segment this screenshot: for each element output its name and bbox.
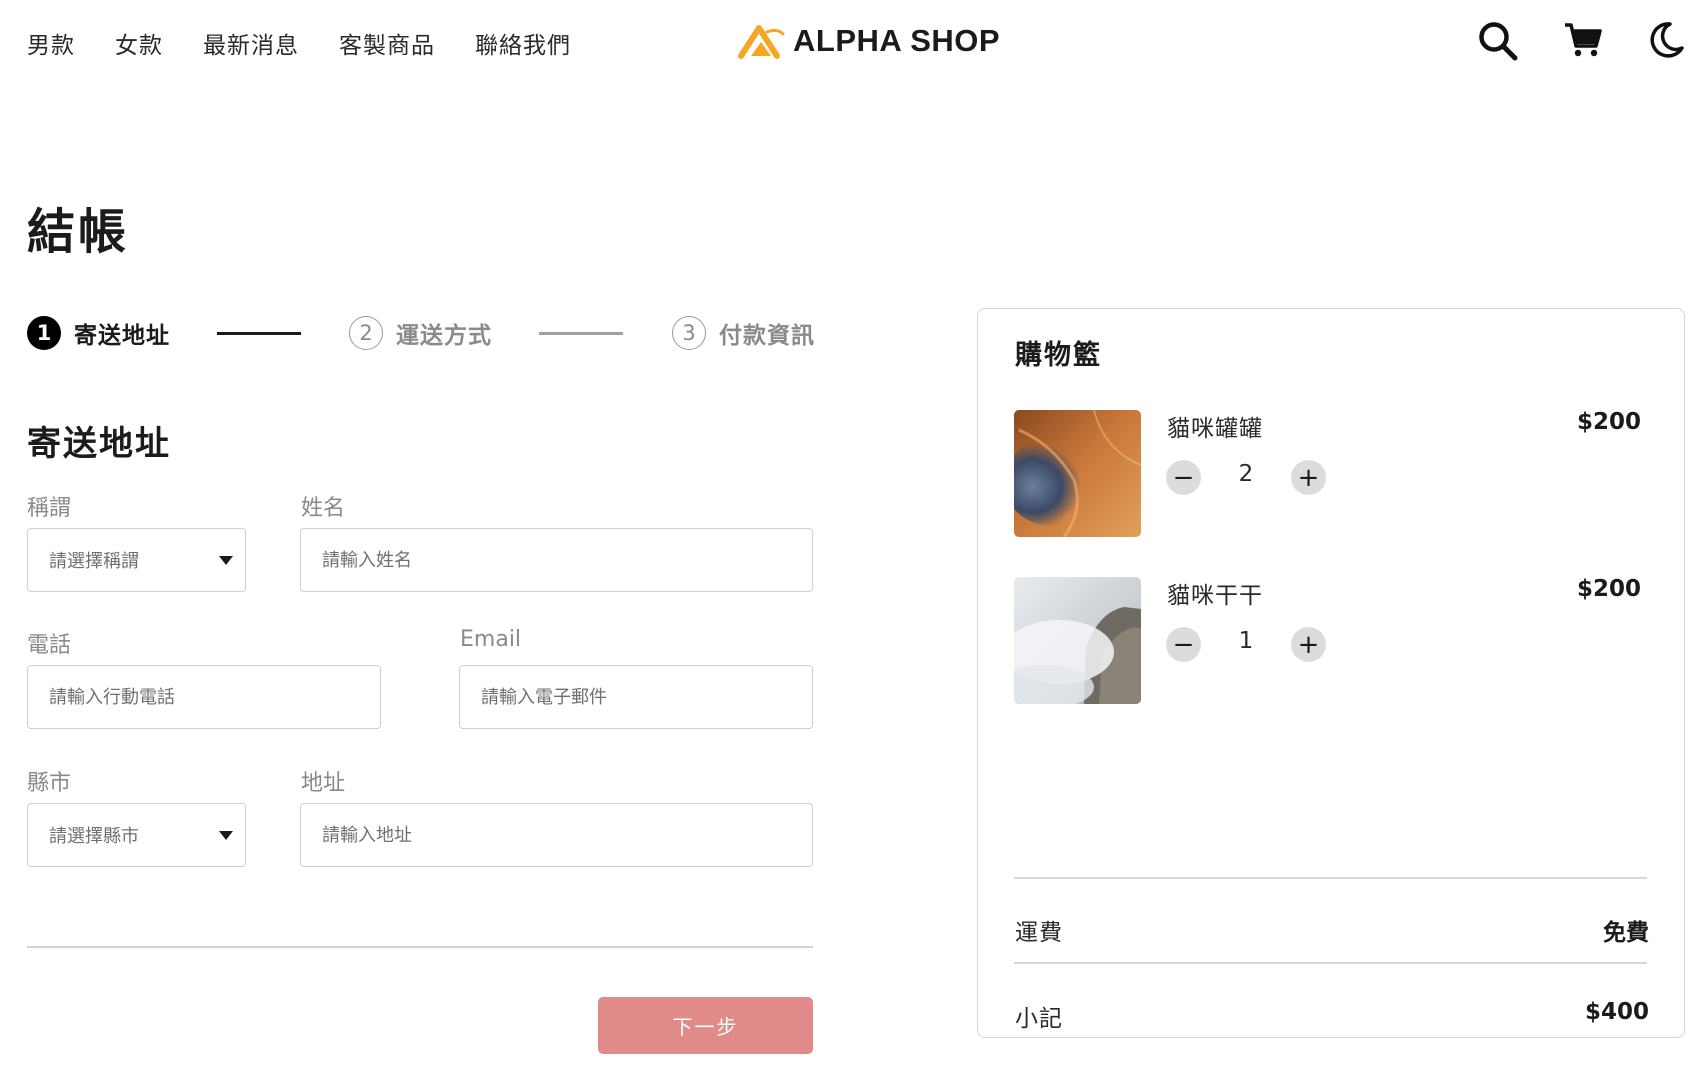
decrease-quantity-button[interactable]: − — [1166, 627, 1201, 662]
city-value: 請選擇縣市 — [49, 826, 139, 847]
moon-icon[interactable] — [1646, 20, 1686, 64]
subtotal-value: $400 — [1584, 999, 1649, 1025]
caret-down-icon — [219, 830, 233, 840]
step-shipping-method: 2 運送方式 — [349, 316, 492, 350]
email-field-box — [459, 665, 813, 729]
cart-title: 購物籃 — [1015, 340, 1102, 371]
nav-item-men[interactable]: 男款 — [27, 26, 75, 60]
salutation-value: 請選擇稱謂 — [49, 551, 139, 572]
main-nav: 男款 女款 最新消息 客製商品 聯絡我們 — [27, 26, 571, 60]
brand-name: ALPHA SHOP — [793, 23, 1001, 58]
cart-divider — [1014, 962, 1647, 964]
item-price: $200 — [1576, 409, 1641, 435]
nav-item-news[interactable]: 最新消息 — [203, 26, 299, 60]
checkout-stepper: 1 寄送地址 2 運送方式 3 付款資訊 — [27, 316, 817, 356]
item-quantity: 1 — [1238, 628, 1254, 654]
shipping-value: 免費 — [1603, 920, 1649, 946]
search-icon[interactable] — [1477, 20, 1519, 66]
brand-logo[interactable]: ALPHA SHOP — [737, 22, 1000, 60]
page-title: 結帳 — [27, 204, 130, 260]
cart-icon[interactable] — [1563, 20, 1603, 64]
step-number-1: 1 — [27, 316, 61, 350]
nav-item-custom[interactable]: 客製商品 — [339, 26, 435, 60]
step-payment-info: 3 付款資訊 — [672, 316, 815, 350]
name-label: 姓名 — [301, 496, 346, 521]
step-connector-2 — [539, 332, 623, 335]
address-input[interactable] — [301, 804, 812, 866]
email-label: Email — [460, 627, 522, 652]
salutation-label: 稱謂 — [27, 496, 72, 521]
name-field-box — [300, 528, 813, 592]
step-shipping-address: 1 寄送地址 — [27, 316, 170, 350]
phone-label: 電話 — [27, 633, 72, 658]
nav-item-women[interactable]: 女款 — [115, 26, 163, 60]
next-step-button[interactable]: 下一步 — [598, 997, 813, 1054]
decrease-quantity-button[interactable]: − — [1166, 460, 1201, 495]
increase-quantity-button[interactable]: + — [1291, 460, 1326, 495]
address-label: 地址 — [301, 771, 346, 796]
cart-panel: 購物籃 貓咪罐罐 $200 − 2 + 貓咪干干 $200 − 1 + 運費 免… — [977, 308, 1685, 1038]
subtotal-label: 小記 — [1015, 1006, 1063, 1032]
step-number-3: 3 — [672, 316, 706, 350]
address-field-box — [300, 803, 813, 867]
email-input[interactable] — [460, 666, 812, 728]
item-name: 貓咪干干 — [1167, 583, 1263, 609]
salutation-select[interactable]: 請選擇稱謂 — [27, 528, 246, 592]
form-divider — [27, 946, 813, 948]
phone-input[interactable] — [28, 666, 380, 728]
item-price: $200 — [1576, 576, 1641, 602]
item-quantity: 2 — [1238, 461, 1254, 487]
step-label-3: 付款資訊 — [719, 323, 815, 349]
product-image — [1014, 577, 1141, 704]
cart-divider — [1014, 877, 1647, 879]
shipping-label: 運費 — [1015, 920, 1063, 946]
name-input[interactable] — [301, 529, 812, 591]
product-image — [1014, 410, 1141, 537]
step-connector-1 — [217, 332, 301, 335]
checkout-page: 男款 女款 最新消息 客製商品 聯絡我們 ALPHA SHOP 結帳 1 寄送地… — [0, 0, 1692, 1074]
city-label: 縣市 — [27, 771, 72, 796]
phone-field-box — [27, 665, 381, 729]
section-title: 寄送地址 — [27, 424, 171, 464]
caret-down-icon — [219, 555, 233, 565]
city-select[interactable]: 請選擇縣市 — [27, 803, 246, 867]
step-number-2: 2 — [349, 316, 383, 350]
increase-quantity-button[interactable]: + — [1291, 627, 1326, 662]
step-label-2: 運送方式 — [396, 323, 492, 349]
mountain-logo-icon — [738, 25, 785, 59]
step-label-1: 寄送地址 — [74, 323, 170, 349]
item-name: 貓咪罐罐 — [1167, 416, 1263, 442]
nav-item-contact[interactable]: 聯絡我們 — [475, 26, 571, 60]
